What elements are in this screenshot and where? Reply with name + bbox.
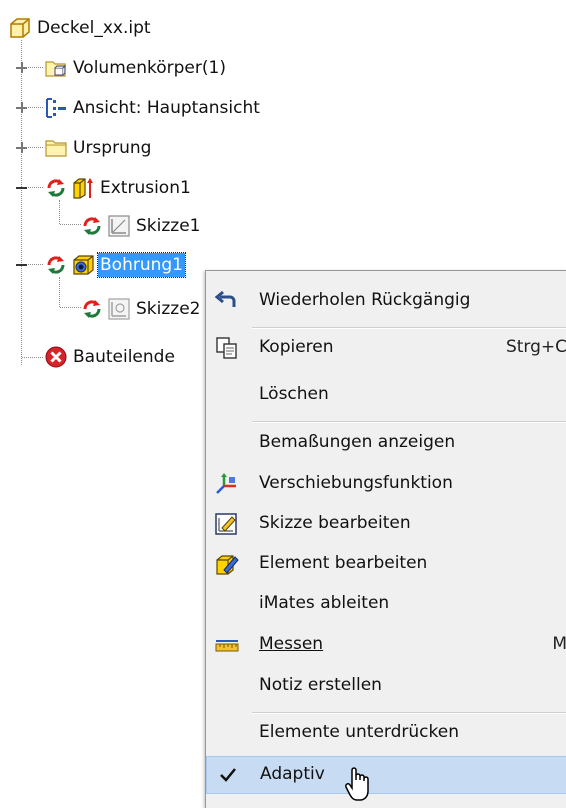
menu-item-imates-ableiten[interactable]: iMates ableiten <box>206 586 566 622</box>
end-of-part-icon <box>44 345 68 369</box>
tree-item-label: Skizze1 <box>136 216 201 236</box>
tree-connector <box>60 224 81 225</box>
folder-icon <box>44 136 68 160</box>
collapse-minus-icon[interactable] <box>16 182 27 193</box>
menu-item-label: Löschen <box>259 384 329 404</box>
menu-item-label: Skizze bearbeiten <box>259 513 411 533</box>
menu-item-skizze-bearbeiten[interactable]: Skizze bearbeiten <box>206 506 566 542</box>
tree-item-skizze1[interactable]: Skizze1 <box>80 212 202 240</box>
tree-item-label: Bauteilende <box>73 347 175 367</box>
update-required-icon <box>44 253 68 277</box>
menu-item-shortcut: Strg+C <box>505 337 566 357</box>
menu-item-shortcut: M <box>552 634 566 654</box>
tree-connector <box>21 40 22 365</box>
tree-item-label-selected: Bohrung1 <box>97 252 186 278</box>
menu-item-wiederholen-rueckgaengig[interactable]: Wiederholen Rückgängig <box>206 283 566 319</box>
menu-item-label: Wiederholen Rückgängig <box>259 290 471 310</box>
menu-item-verschiebungsfunktion[interactable]: Verschiebungsfunktion <box>206 466 566 502</box>
menu-item-label: Adaptiv <box>260 764 325 784</box>
menu-item-label: iMates ableiten <box>259 593 390 613</box>
tree-item-ansicht[interactable]: Ansicht: Hauptansicht <box>44 94 262 122</box>
tree-item-extrusion[interactable]: Extrusion1 <box>44 174 193 202</box>
hole-feature-icon <box>71 253 95 277</box>
tree-connector <box>59 277 60 307</box>
menu-item-elemente-unterdruecken[interactable]: Elemente unterdrücken <box>206 715 566 751</box>
sketch-icon <box>107 297 131 321</box>
hand-cursor-icon <box>343 765 373 803</box>
tree-root-node[interactable]: Deckel_xx.ipt <box>8 14 153 42</box>
tree-connector <box>59 200 60 224</box>
move-triad-icon <box>214 472 240 496</box>
menu-item-loeschen[interactable]: Löschen <box>206 377 566 413</box>
expand-plus-icon[interactable] <box>16 62 27 73</box>
tree-connector <box>22 357 43 358</box>
menu-item-label: Element bearbeiten <box>259 553 428 573</box>
menu-item-messen[interactable]: Messen M <box>206 627 566 663</box>
menu-item-label: Notiz erstellen <box>259 675 382 695</box>
update-required-icon <box>80 214 104 238</box>
view-rep-icon <box>44 96 68 120</box>
menu-item-label: Bemaßungen anzeigen <box>259 432 456 452</box>
tree-item-bohrung[interactable]: Bohrung1 <box>44 251 186 279</box>
menu-item-label: Kopieren <box>259 337 334 357</box>
tree-item-volumenkoerper[interactable]: Volumenkörper(1) <box>44 54 228 82</box>
menu-separator <box>252 421 566 423</box>
tree-item-label: Ursprung <box>73 138 152 158</box>
menu-item-kopieren[interactable]: Kopieren Strg+C <box>206 330 566 366</box>
measure-ruler-icon <box>214 633 240 657</box>
menu-item-label: Messen <box>259 634 324 654</box>
menu-separator <box>252 712 566 714</box>
edit-sketch-icon <box>214 512 240 536</box>
expand-plus-icon[interactable] <box>16 102 27 113</box>
tree-item-bauteilende[interactable]: Bauteilende <box>44 343 177 371</box>
solid-bodies-folder-icon <box>44 56 68 80</box>
menu-item-bemassungen-anzeigen[interactable]: Bemaßungen anzeigen <box>206 425 566 461</box>
copy-icon <box>214 336 240 360</box>
tree-item-label: Volumenkörper(1) <box>73 58 226 78</box>
collapse-minus-icon[interactable] <box>16 259 27 270</box>
tree-item-label: Ansicht: Hauptansicht <box>73 98 260 118</box>
menu-item-label: Verschiebungsfunktion <box>259 473 453 493</box>
menu-item-notiz-erstellen[interactable]: Notiz erstellen <box>206 668 566 704</box>
tree-connector <box>60 307 81 308</box>
edit-feature-icon <box>214 552 240 576</box>
context-menu: Wiederholen Rückgängig Kopieren Strg+C L… <box>205 270 566 808</box>
tree-root-label: Deckel_xx.ipt <box>37 18 151 38</box>
update-required-icon <box>80 297 104 321</box>
extrusion-icon <box>71 176 95 200</box>
menu-item-label: Elemente unterdrücken <box>259 722 459 742</box>
expand-plus-icon[interactable] <box>16 142 27 153</box>
tree-item-label: Extrusion1 <box>100 178 191 198</box>
tree-item-label: Skizze2 <box>136 299 201 319</box>
update-required-icon <box>44 176 68 200</box>
redo-undo-icon <box>214 289 240 313</box>
menu-item-adaptiv[interactable]: Adaptiv <box>206 756 566 794</box>
tree-item-ursprung[interactable]: Ursprung <box>44 134 153 162</box>
menu-item-element-bearbeiten[interactable]: Element bearbeiten <box>206 546 566 582</box>
tree-item-skizze2[interactable]: Skizze2 <box>80 295 202 323</box>
checkmark-icon <box>215 763 241 787</box>
part-file-icon <box>8 16 32 40</box>
menu-separator <box>252 327 566 329</box>
sketch-icon <box>107 214 131 238</box>
